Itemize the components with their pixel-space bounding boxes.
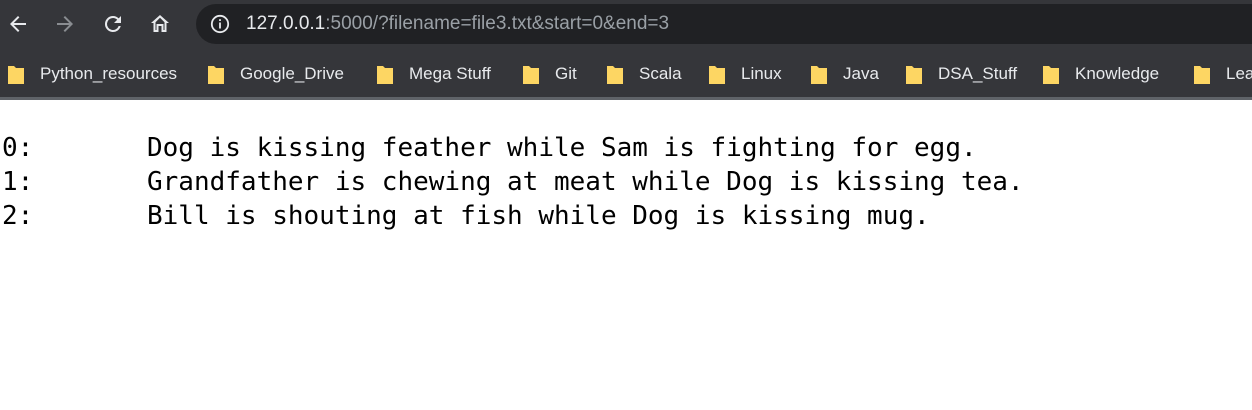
text-line: 1: Grandfather is chewing at meat while … bbox=[0, 165, 1252, 199]
bookmark-mega-stuff[interactable]: Mega Stuff bbox=[377, 62, 491, 86]
bookmark-lea[interactable]: Lea bbox=[1194, 62, 1252, 86]
bookmark-git[interactable]: Git bbox=[523, 62, 577, 86]
folder-icon bbox=[811, 64, 827, 84]
folder-icon bbox=[1043, 64, 1059, 84]
folder-icon bbox=[377, 64, 393, 84]
folder-icon bbox=[523, 64, 539, 84]
back-button[interactable] bbox=[2, 8, 34, 40]
home-icon bbox=[151, 15, 169, 32]
bookmark-label: DSA_Stuff bbox=[938, 64, 1018, 83]
folder-icon bbox=[1194, 64, 1210, 84]
bookmark-python-resources[interactable]: Python_resources bbox=[8, 62, 177, 86]
line-index: 2: bbox=[2, 201, 34, 231]
bookmark-label: Google_Drive bbox=[240, 64, 344, 83]
bookmark-label: Linux bbox=[741, 64, 782, 83]
info-icon[interactable] bbox=[210, 14, 230, 34]
url-path: :5000/?filename=file3.txt&start=0&end=3 bbox=[325, 13, 670, 34]
bookmark-java[interactable]: Java bbox=[811, 62, 879, 86]
line-text: Dog is kissing feather while Sam is figh… bbox=[147, 133, 977, 163]
bookmark-label: Mega Stuff bbox=[409, 64, 491, 83]
folder-icon bbox=[8, 64, 24, 84]
address-bar[interactable]: 127.0.0.1:5000/?filename=file3.txt&start… bbox=[196, 4, 1252, 44]
text-line: 0: Dog is kissing feather while Sam is f… bbox=[0, 131, 1252, 165]
forward-arrow-icon bbox=[57, 16, 73, 32]
home-button[interactable] bbox=[144, 8, 176, 40]
bookmark-dsa-stuff[interactable]: DSA_Stuff bbox=[906, 62, 1017, 86]
line-text: Grandfather is chewing at meat while Dog… bbox=[147, 167, 1024, 197]
folder-icon bbox=[906, 64, 922, 84]
bookmarks-bar: Python_resources Google_Drive Mega Stuff… bbox=[0, 52, 1252, 96]
bookmark-label: Java bbox=[843, 64, 879, 83]
bookmark-scala[interactable]: Scala bbox=[607, 62, 682, 86]
forward-button[interactable] bbox=[49, 8, 81, 40]
bookmark-label: Knowledge bbox=[1075, 64, 1160, 83]
bookmark-knowledge[interactable]: Knowledge bbox=[1043, 62, 1159, 86]
bookmark-label: Lea bbox=[1226, 64, 1252, 83]
bookmark-linux[interactable]: Linux bbox=[709, 62, 782, 86]
line-index: 0: bbox=[2, 133, 34, 163]
bookmark-google-drive[interactable]: Google_Drive bbox=[208, 62, 344, 86]
folder-icon bbox=[607, 64, 623, 84]
text-line: 2: Bill is shouting at fish while Dog is… bbox=[0, 199, 1252, 233]
folder-icon bbox=[709, 64, 725, 84]
browser-toolbar: 127.0.0.1:5000/?filename=file3.txt&start… bbox=[0, 0, 1252, 48]
folder-icon bbox=[208, 64, 224, 84]
reload-button[interactable] bbox=[97, 8, 129, 40]
line-index: 1: bbox=[2, 167, 34, 197]
page-content: 0: Dog is kissing feather while Sam is f… bbox=[0, 100, 1252, 233]
line-text: Bill is shouting at fish while Dog is ki… bbox=[147, 201, 930, 231]
reload-icon bbox=[104, 15, 121, 32]
back-arrow-icon bbox=[10, 16, 26, 32]
bookmark-label: Python_resources bbox=[40, 64, 178, 83]
browser-chrome: 127.0.0.1:5000/?filename=file3.txt&start… bbox=[0, 0, 1252, 100]
url-host: 127.0.0.1 bbox=[246, 13, 326, 34]
bookmark-label: Scala bbox=[639, 64, 682, 83]
bookmark-label: Git bbox=[555, 64, 577, 83]
url-text: 127.0.0.1:5000/?filename=file3.txt&start… bbox=[246, 13, 669, 35]
